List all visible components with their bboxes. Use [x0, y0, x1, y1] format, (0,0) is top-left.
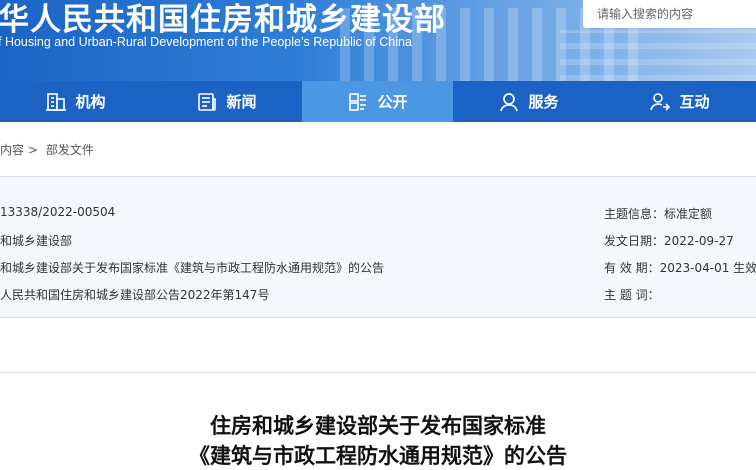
nav-item-label: 服务 [528, 93, 559, 111]
site-subtitle: f Housing and Urban-Rural Development of… [0, 35, 412, 49]
document-info-box: 13338/2022-00504 和城乡建设部 和城乡建设部关于发布国家标准《建… [0, 176, 756, 318]
nav-item-label: 机构 [75, 93, 106, 111]
nav-item-news[interactable]: 新闻 [151, 81, 302, 122]
interaction-icon [650, 92, 671, 111]
search-input[interactable] [583, 0, 756, 28]
nav-item-public[interactable]: 公开 [302, 81, 453, 122]
header-banner: 华人民共和国住房和城乡建设部 f Housing and Urban-Rural… [0, 0, 756, 81]
nav-item-label: 新闻 [226, 93, 257, 111]
nav-item-service[interactable]: 服务 [453, 81, 604, 122]
validity-period: 有 效 期：2023-04-01 生效 [604, 261, 756, 275]
main-nav: 机构 新闻 公开 服务 互动 [0, 81, 756, 122]
subject-keywords: 主 题 词： [604, 288, 660, 302]
topic-info: 主题信息：标准定额 [604, 207, 713, 221]
search-box [583, 0, 756, 28]
person-service-icon [500, 92, 519, 111]
breadcrumb-page-link[interactable]: 部发文件 [46, 143, 94, 157]
breadcrumb-section-link[interactable]: 内容 [0, 143, 24, 157]
site-title[interactable]: 华人民共和国住房和城乡建设部 [0, 0, 446, 39]
document-number: 人民共和国住房和城乡建设部公告2022年第147号 [0, 288, 270, 302]
newspaper-icon [198, 92, 217, 111]
breadcrumb: 内容 > 部发文件 [0, 141, 98, 158]
issue-date: 发文日期：2022-09-27 [604, 234, 734, 248]
document-name: 和城乡建设部关于发布国家标准《建筑与市政工程防水通用规范》的公告 [0, 261, 385, 275]
banner-building-decoration-2 [560, 30, 756, 81]
nav-item-label: 公开 [377, 93, 408, 111]
nav-item-interaction[interactable]: 互动 [604, 81, 755, 122]
document-icon [349, 92, 367, 111]
issuing-agency: 和城乡建设部 [0, 234, 73, 248]
breadcrumb-separator: > [28, 143, 39, 157]
building-icon [46, 92, 67, 111]
document-title-line2: 《建筑与市政工程防水通用规范》的公告 [189, 444, 567, 468]
content-divider [0, 372, 756, 373]
nav-item-label: 互动 [679, 93, 710, 111]
document-title-line1: 住房和城乡建设部关于发布国家标准 [210, 414, 546, 438]
index-number: 13338/2022-00504 [0, 205, 116, 219]
nav-item-institution[interactable]: 机构 [0, 81, 151, 122]
